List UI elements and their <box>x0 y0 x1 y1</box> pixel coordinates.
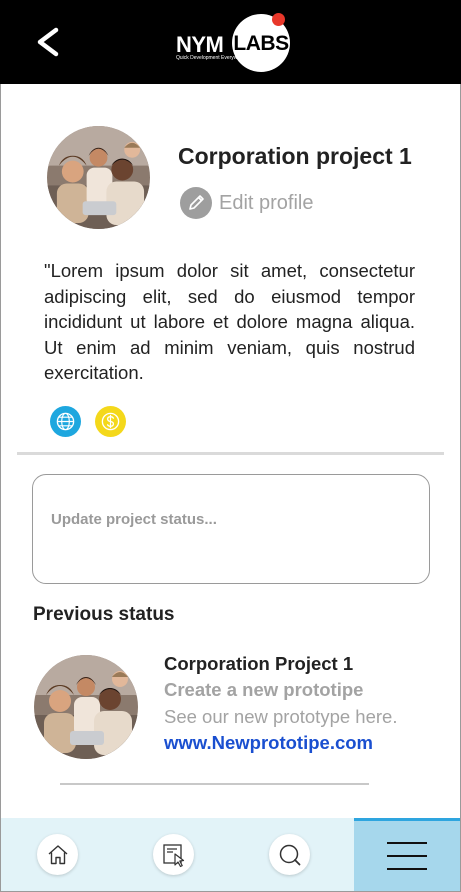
dollar-coin-icon[interactable] <box>95 406 126 437</box>
menu-icon <box>387 842 427 870</box>
project-description: "Lorem ipsum dolor sit amet, consectetur… <box>44 260 415 383</box>
logo-text-labs: LABS <box>233 32 289 55</box>
globe-icon[interactable] <box>50 406 81 437</box>
section-divider <box>17 452 444 455</box>
profile-avatar <box>47 126 150 229</box>
nav-menu-button[interactable] <box>354 818 460 891</box>
search-icon <box>279 844 300 865</box>
status-title: Corporation Project 1 <box>164 653 354 674</box>
status-avatar <box>34 655 138 759</box>
status-link[interactable]: www.Newprototipe.com <box>164 732 373 754</box>
back-button[interactable] <box>30 24 66 60</box>
project-status-input[interactable] <box>32 474 430 584</box>
nav-prototype-button[interactable] <box>153 834 194 875</box>
nav-home-button[interactable] <box>37 834 78 875</box>
nymlabs-logo: NYM LABS Quick Development Everywhere <box>174 12 294 74</box>
prototype-icon <box>162 843 184 867</box>
status-subtitle: Create a new prototipe <box>164 679 364 700</box>
previous-status-heading: Previous status <box>33 604 175 625</box>
logo-dot <box>272 13 285 26</box>
app-header: NYM LABS Quick Development Everywhere <box>0 0 461 84</box>
home-icon <box>48 844 67 864</box>
edit-profile-button[interactable]: Edit profile <box>180 187 314 219</box>
edit-profile-label: Edit profile <box>219 191 314 214</box>
logo-tagline: Quick Development Everywhere <box>176 55 248 61</box>
nav-search-button[interactable] <box>269 834 310 875</box>
status-divider <box>60 783 369 785</box>
project-title: Corporation project 1 <box>178 143 412 169</box>
pencil-icon <box>180 187 212 219</box>
chevron-left-icon <box>37 27 59 57</box>
status-text: See our new prototype here. <box>164 706 398 727</box>
bottom-nav <box>1 818 460 891</box>
